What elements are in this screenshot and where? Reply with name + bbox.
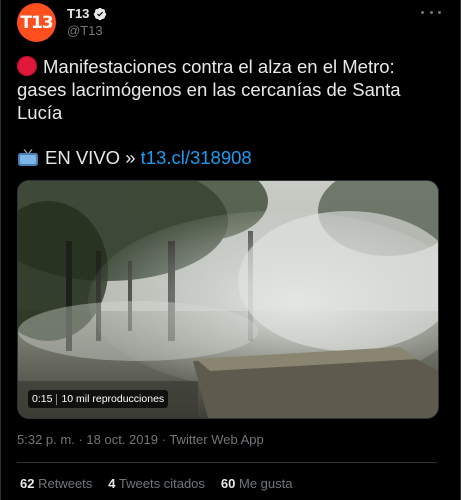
video-frame	[18, 181, 438, 418]
live-label: EN VIVO »	[45, 147, 136, 168]
verified-badge-icon	[94, 7, 107, 20]
quotes-label: Tweets citados	[118, 476, 205, 491]
tweet-meta: 5:32 p. m. · 18 oct. 2019 · Twitter Web …	[17, 432, 264, 447]
tv-icon	[18, 149, 38, 166]
red-circle-icon	[17, 56, 37, 76]
video-duration: 0:15	[32, 393, 53, 405]
meta-separator: ·	[161, 432, 166, 447]
video-stats-badge: 0:15 10 mil reproducciones	[28, 390, 169, 408]
retweets-label: Retweets	[38, 476, 93, 491]
tweet-date[interactable]: 18 oct. 2019	[86, 432, 158, 447]
tweet-source-app[interactable]: Twitter Web App	[169, 432, 263, 447]
likes-count: 60	[220, 476, 236, 491]
tweet-stats: 62 Retweets 4 Tweets citados 60 Me gusta	[20, 476, 293, 491]
tweet-body: Manifestaciones contra el alza en el Met…	[17, 55, 437, 169]
quotes-count: 4	[108, 476, 116, 491]
tweet-card: T13 T13 @T13 Manifestaciones contra el a…	[0, 0, 461, 500]
live-line: EN VIVO » t13.cl/318908	[17, 146, 437, 169]
avatar-logo-text: T13	[20, 12, 53, 33]
author-name-text: T13	[67, 6, 90, 21]
avatar[interactable]: T13	[17, 3, 56, 42]
retweets-count: 62	[20, 476, 35, 491]
retweets-stat[interactable]: 62 Retweets	[20, 476, 92, 491]
video-player[interactable]: 0:15 10 mil reproducciones	[17, 180, 439, 419]
tweet-headline: Manifestaciones contra el alza en el Met…	[17, 55, 437, 124]
tweet-link[interactable]: t13.cl/318908	[141, 147, 252, 168]
author-name[interactable]: T13	[67, 6, 107, 21]
more-options-icon[interactable]	[421, 4, 441, 20]
divider	[17, 462, 437, 463]
meta-separator: ·	[78, 432, 83, 447]
video-views: 10 mil reproducciones	[61, 393, 165, 405]
badge-divider	[56, 393, 58, 405]
likes-label: Me gusta	[239, 476, 293, 491]
tweet-time[interactable]: 5:32 p. m.	[17, 432, 75, 447]
tweet-text: Manifestaciones contra el alza en el Met…	[17, 56, 401, 123]
author-handle[interactable]: @T13	[67, 23, 103, 38]
quotes-stat[interactable]: 4 Tweets citados	[108, 476, 205, 491]
likes-stat[interactable]: 60 Me gusta	[221, 476, 293, 491]
